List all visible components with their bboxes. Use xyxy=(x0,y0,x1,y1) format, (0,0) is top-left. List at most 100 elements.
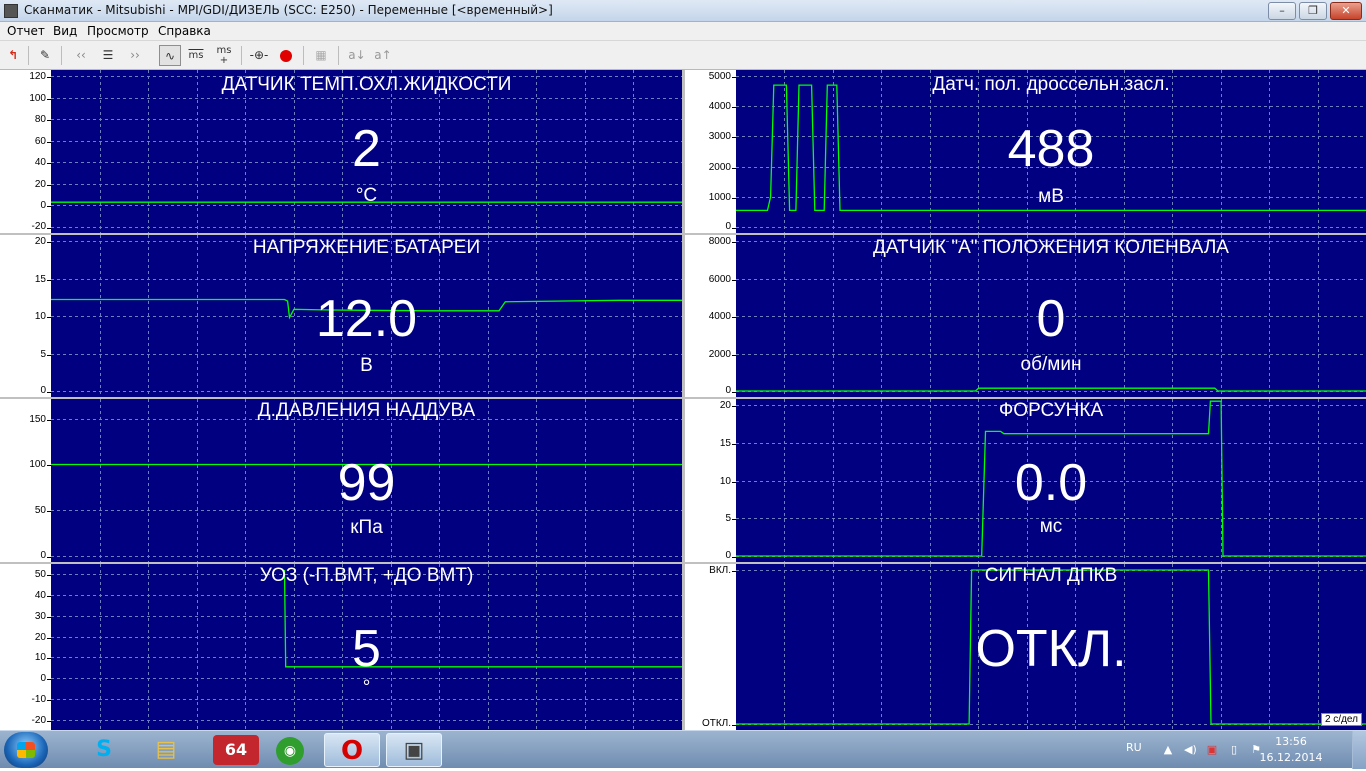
menu-help[interactable]: Справка xyxy=(158,24,211,38)
y-tick-label: 150 xyxy=(29,413,46,425)
clock-date[interactable]: 16.12.2014 xyxy=(1256,751,1326,764)
row-separator xyxy=(0,562,1366,564)
y-tick-label: 50 xyxy=(34,504,46,516)
plot-area: Датч. пол. дроссельн.засл. 488 мВ xyxy=(736,70,1366,233)
panel-timing[interactable]: 50 40 30 20 10 0 -10 -20 УОЗ (-П.ВМТ, +ДО ВМТ) 5 ° xyxy=(0,564,682,730)
waveform-icon[interactable]: ∿ xyxy=(159,45,181,66)
menu-browse[interactable]: Просмотр xyxy=(87,24,149,38)
panel-ckp-signal[interactable]: ВКЛ. ОТКЛ. СИГНАЛ ДПКВ ОТКЛ. xyxy=(685,564,1366,730)
plot-area: ДАТЧИК "А" ПОЛОЖЕНИЯ КОЛЕНВАЛА 0 об/мин xyxy=(736,235,1366,397)
panel-unit: °C xyxy=(355,185,378,206)
show-desktop-button[interactable] xyxy=(1352,731,1366,769)
panel-title: НАПРЯЖЕНИЕ БАТАРЕИ xyxy=(252,237,481,258)
network-icon[interactable]: ▣ xyxy=(1206,743,1218,757)
start-button[interactable] xyxy=(4,732,48,768)
panel-tps[interactable]: 5000 4000 3000 2000 1000 0 Датч. пол. дроссель… xyxy=(685,70,1366,233)
menu-bar: Отчет Вид Просмотр Справка xyxy=(0,22,1366,41)
panel-unit: мВ xyxy=(1038,186,1064,207)
font-decrease-icon[interactable]: a↓ xyxy=(346,45,368,66)
scanmatic-icon: ▣ xyxy=(403,738,425,763)
explorer-icon[interactable]: ▤ xyxy=(138,733,194,767)
skype-icon[interactable]: S xyxy=(76,733,132,767)
font-increase-icon[interactable]: a↑ xyxy=(372,45,394,66)
plot-area: Д.ДАВЛЕНИЯ НАДДУВА 99 кПа xyxy=(51,399,682,562)
y-tick-label: 30 xyxy=(34,610,46,622)
panel-title: Датч. пол. дроссельн.засл. xyxy=(932,74,1170,95)
plot-area: НАПРЯЖЕНИЕ БАТАРЕИ 12.0 В xyxy=(51,235,682,397)
battery-icon[interactable]: ▯ xyxy=(1228,743,1240,757)
rewind-icon[interactable]: ‹‹ xyxy=(70,45,92,66)
y-tick-label: 100 xyxy=(29,92,46,104)
panel-battery[interactable]: 20 15 10 5 0 НАПРЯЖЕНИЕ БАТАРЕИ 12.0 В xyxy=(0,235,682,397)
menu-report[interactable]: Отчет xyxy=(7,24,45,38)
panel-value: 12.0 xyxy=(315,290,418,348)
panel-title: ДАТЧИК "А" ПОЛОЖЕНИЯ КОЛЕНВАЛА xyxy=(873,237,1229,258)
menu-view[interactable]: Вид xyxy=(53,24,77,38)
column-separator xyxy=(682,70,685,730)
report-edit-icon[interactable]: ✎ xyxy=(34,45,56,66)
y-tick-label: 120 xyxy=(29,70,46,82)
app-icon xyxy=(4,4,18,18)
network-tool-button[interactable]: ◉ xyxy=(262,733,318,767)
language-indicator[interactable]: RU xyxy=(1126,741,1142,754)
y-tick-label: 1000 xyxy=(708,191,731,203)
panel-value: 488 xyxy=(1007,120,1095,178)
aida64-icon[interactable]: 64 xyxy=(213,735,259,765)
y-axis: 20 15 10 5 0 xyxy=(685,399,736,562)
list-icon[interactable]: ☰ xyxy=(97,45,119,66)
volume-icon[interactable]: ◀) xyxy=(1184,743,1197,757)
panel-unit: В xyxy=(360,355,373,376)
ms-minus-button[interactable]: ms xyxy=(185,45,207,66)
y-tick-label: -20 xyxy=(31,714,46,726)
y-axis: 150 100 50 0 xyxy=(0,399,51,562)
ms-plus-label: ms xyxy=(216,45,232,56)
y-tick-label: 20 xyxy=(34,631,46,643)
panel-unit: об/мин xyxy=(1020,354,1082,375)
panel-injector[interactable]: 20 15 10 5 0 ФОРСУНКА 0.0 мс xyxy=(685,399,1366,562)
y-tick-label: 0 xyxy=(40,199,46,211)
opera-icon: O xyxy=(340,736,364,766)
window-title: Сканматик - Mitsubishi - MPI/GDI/ДИЗЕЛЬ … xyxy=(24,3,553,17)
y-tick-label: 0 xyxy=(725,221,731,232)
y-axis: ВКЛ. ОТКЛ. xyxy=(685,564,736,730)
panel-value: 99 xyxy=(337,454,396,512)
close-button[interactable]: ✕ xyxy=(1330,2,1362,20)
y-tick-label: 2000 xyxy=(708,161,731,173)
ms-plus-button[interactable]: ms + xyxy=(213,45,235,66)
panel-boost[interactable]: 150 100 50 0 Д.ДАВЛЕНИЯ НАДДУВА 99 кПа xyxy=(0,399,682,562)
y-tick-label: 0 xyxy=(40,385,46,396)
y-tick-label: 8000 xyxy=(708,235,731,247)
scanmatic-button[interactable]: ▣ xyxy=(386,733,442,767)
panel-coolant[interactable]: 120 100 80 60 40 20 0 -20 ДАТЧИК ТЕМП.ОХЛ.ЖИДКОС… xyxy=(0,70,682,233)
y-axis: 8000 6000 4000 2000 0 xyxy=(685,235,736,397)
panel-value: 0 xyxy=(1036,290,1066,348)
show-hidden-icons-icon[interactable]: ▲ xyxy=(1162,743,1174,757)
panel-title: СИГНАЛ ДПКВ xyxy=(984,565,1118,586)
panel-unit: мс xyxy=(1039,516,1063,537)
panel-title: Д.ДАВЛЕНИЯ НАДДУВА xyxy=(257,400,476,421)
forward-icon[interactable]: ›› xyxy=(124,45,146,66)
plot-area: СИГНАЛ ДПКВ ОТКЛ. xyxy=(736,564,1366,730)
panel-rpm[interactable]: 8000 6000 4000 2000 0 ДАТЧИК "А" ПОЛОЖЕНИЯ КО… xyxy=(685,235,1366,397)
probe-icon[interactable]: -⊕- xyxy=(248,45,270,66)
clock-time[interactable]: 13:56 xyxy=(1256,735,1326,748)
chart-area: 120 100 80 60 40 20 0 -20 ДАТЧИК ТЕМП.ОХЛ.ЖИДКОС… xyxy=(0,70,1366,730)
y-tick-label: 10 xyxy=(34,651,46,663)
y-tick-label: 5 xyxy=(40,348,46,360)
row-separator xyxy=(0,233,1366,235)
y-tick-label: 20 xyxy=(719,399,731,411)
exit-icon[interactable]: ↰ xyxy=(2,45,24,66)
plot-area: ДАТЧИК ТЕМП.ОХЛ.ЖИДКОСТИ 2 °C xyxy=(51,70,682,233)
record-icon[interactable] xyxy=(275,45,297,66)
minimize-button[interactable]: – xyxy=(1268,2,1296,20)
maximize-button[interactable]: ❐ xyxy=(1299,2,1327,20)
y-tick-label: 15 xyxy=(34,273,46,285)
panel-title: УОЗ (-П.ВМТ, +ДО ВМТ) xyxy=(259,565,474,586)
title-bar: Сканматик - Mitsubishi - MPI/GDI/ДИЗЕЛЬ … xyxy=(0,0,1366,22)
opera-button[interactable]: O xyxy=(324,733,380,767)
y-tick-label: 0 xyxy=(40,672,46,684)
ms-label: ms xyxy=(188,50,204,61)
save-icon[interactable]: ▦ xyxy=(310,45,332,66)
y-tick-label: 80 xyxy=(34,113,46,125)
panel-title: ДАТЧИК ТЕМП.ОХЛ.ЖИДКОСТИ xyxy=(221,74,512,95)
